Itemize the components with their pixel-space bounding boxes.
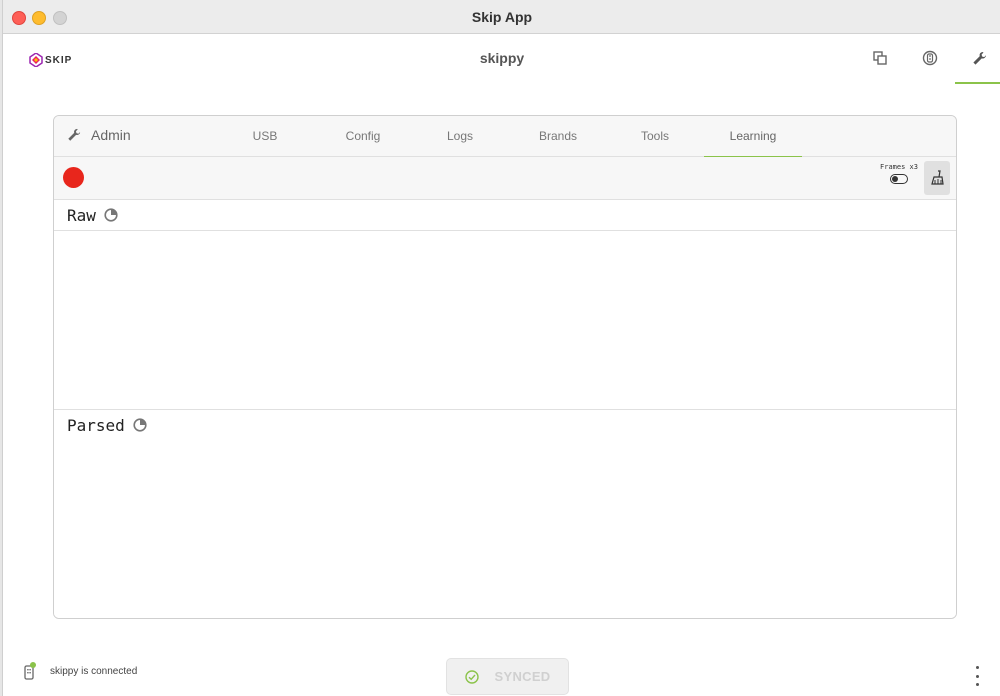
frames-control: Frames x3: [874, 163, 924, 189]
kebab-dot: [975, 674, 979, 678]
tab-brands[interactable]: Brands: [509, 116, 607, 156]
clear-button[interactable]: [924, 161, 950, 195]
admin-tools-button[interactable]: [955, 34, 1000, 84]
learning-toolbar: Frames x3: [54, 157, 956, 200]
copy-icon: [873, 51, 887, 65]
device-title: skippy: [479, 50, 525, 66]
tab-config[interactable]: Config: [314, 116, 412, 156]
raw-refresh-button[interactable]: [104, 208, 118, 222]
raw-section-header: Raw: [54, 200, 956, 231]
window-titlebar: Skip App: [3, 0, 1000, 34]
window-title: Skip App: [471, 9, 533, 25]
app-window: Skip App SKIP skippy Admin USB Config Lo…: [2, 0, 1000, 696]
app-header: SKIP skippy: [3, 34, 1000, 84]
frames-toggle[interactable]: [890, 174, 908, 184]
broom-icon: [931, 170, 944, 185]
tab-learning[interactable]: Learning: [704, 116, 802, 158]
tab-logs[interactable]: Logs: [411, 116, 509, 156]
check-circle-icon: [464, 669, 479, 684]
frames-label: Frames x3: [880, 163, 918, 171]
wrench-icon: [68, 128, 81, 141]
clear-circle-icon: [104, 208, 118, 222]
device-connected-icon: [24, 662, 36, 680]
admin-heading: Admin: [67, 127, 131, 143]
wrench-icon: [972, 51, 986, 65]
more-options-button[interactable]: [971, 666, 983, 686]
copy-button[interactable]: [856, 34, 904, 82]
connection-status-text: skippy is connected: [50, 665, 138, 677]
remote-button[interactable]: [906, 34, 954, 82]
synced-label: SYNCED: [494, 669, 551, 684]
clear-circle-icon: [133, 418, 147, 432]
parsed-output: [54, 440, 956, 618]
parsed-section-header: Parsed: [54, 409, 956, 441]
connection-status: skippy is connected: [24, 662, 137, 680]
tab-usb[interactable]: USB: [216, 116, 314, 156]
admin-label: Admin: [91, 127, 131, 143]
kebab-dot: [975, 666, 979, 669]
kebab-dot: [975, 683, 979, 686]
tab-tools[interactable]: Tools: [606, 116, 704, 156]
record-button[interactable]: [63, 167, 84, 188]
parsed-refresh-button[interactable]: [133, 418, 147, 432]
admin-tabs: Admin USB Config Logs Brands Tools Learn…: [54, 116, 956, 158]
admin-panel: Admin USB Config Logs Brands Tools Learn…: [53, 115, 957, 619]
synced-button[interactable]: SYNCED: [446, 658, 569, 695]
raw-title: Raw: [67, 205, 96, 225]
parsed-title: Parsed: [67, 415, 125, 435]
remote-icon: [922, 50, 938, 66]
raw-output: [54, 231, 956, 408]
